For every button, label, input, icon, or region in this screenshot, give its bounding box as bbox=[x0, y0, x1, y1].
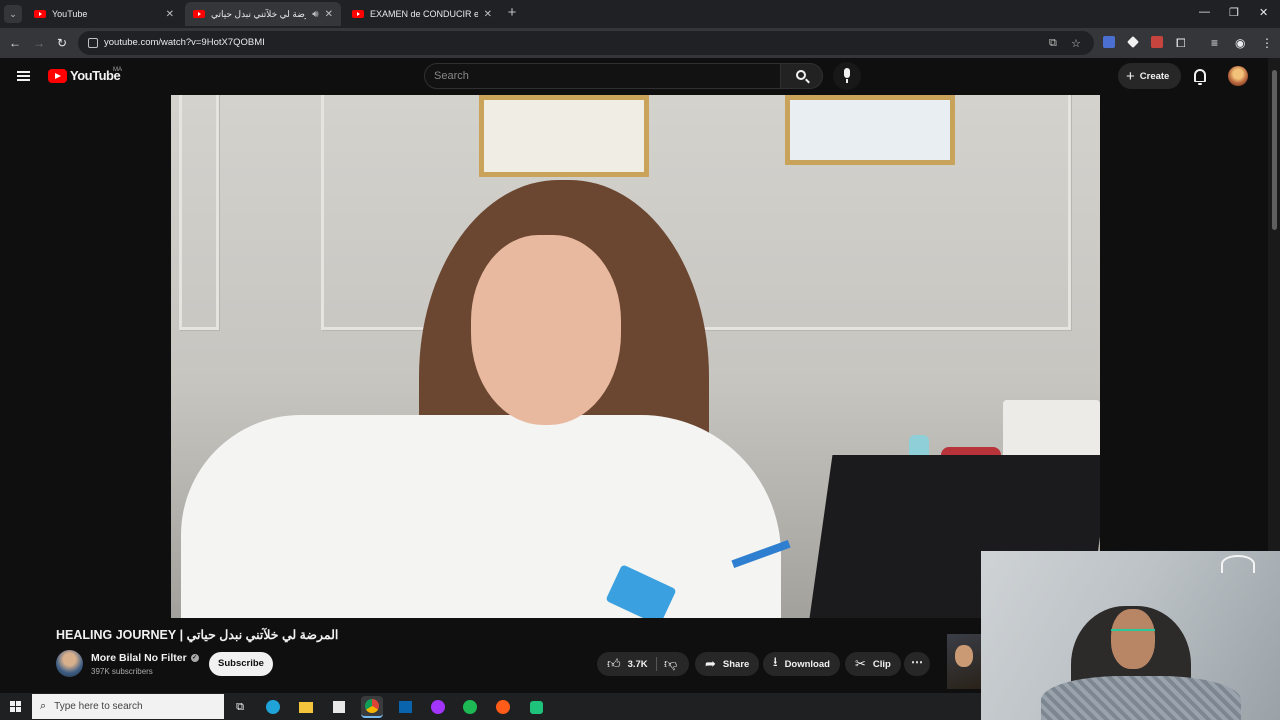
channel-avatar[interactable] bbox=[56, 650, 83, 677]
plus-icon: + bbox=[1126, 67, 1135, 85]
youtube-masthead: YouTube MA + Create bbox=[0, 58, 1268, 95]
youtube-logo-icon[interactable] bbox=[48, 69, 67, 83]
back-icon[interactable]: ← bbox=[9, 36, 21, 50]
clip-label: Clip bbox=[872, 658, 891, 670]
cast-icon[interactable]: ⧉ bbox=[1049, 37, 1057, 50]
file-explorer-icon[interactable] bbox=[295, 696, 317, 718]
clip-button[interactable]: ✂ Clip bbox=[845, 652, 901, 676]
spotify-icon[interactable] bbox=[459, 696, 481, 718]
share-button[interactable]: ➦ Share bbox=[695, 652, 760, 676]
tab-search-chevron-icon[interactable]: ⌄ bbox=[4, 5, 22, 23]
minimize-icon[interactable]: — bbox=[1199, 6, 1210, 18]
tab-current-video[interactable]: المرضة لي خلآتني نبدل حياتي 🔊︎ ✕ bbox=[185, 2, 341, 26]
like-count: 3.7K bbox=[627, 658, 648, 670]
orange-app-icon[interactable] bbox=[492, 696, 514, 718]
outlook-icon[interactable] bbox=[394, 696, 416, 718]
close-tab-icon[interactable]: ✕ bbox=[484, 9, 492, 20]
video-frame-image bbox=[171, 95, 1100, 618]
country-code: MA bbox=[113, 67, 122, 73]
forward-icon[interactable]: → bbox=[33, 36, 45, 50]
channel-name-row[interactable]: More Bilal No Filter ✓ bbox=[91, 652, 199, 664]
address-bar[interactable]: youtube.com/watch?v=9HotX7QOBMI ⧉ ☆ bbox=[78, 31, 1094, 55]
tab-title: المرضة لي خلآتني نبدل حياتي bbox=[211, 8, 306, 19]
search-icon bbox=[796, 70, 806, 80]
green-app-icon[interactable] bbox=[525, 696, 547, 718]
close-tab-icon[interactable]: ✕ bbox=[325, 9, 333, 20]
youtube-favicon-icon bbox=[34, 10, 46, 18]
video-player[interactable] bbox=[171, 95, 1100, 618]
youtube-favicon-icon bbox=[352, 10, 364, 18]
like-button[interactable]: 👍︎ 3.7K bbox=[607, 652, 648, 676]
diamond-extension-icon[interactable] bbox=[1127, 36, 1139, 48]
like-divider bbox=[656, 657, 657, 671]
search-input[interactable] bbox=[425, 64, 780, 88]
notifications-bell-icon[interactable] bbox=[1194, 69, 1206, 85]
store-icon[interactable] bbox=[328, 696, 350, 718]
verified-check-icon: ✓ bbox=[190, 654, 199, 662]
subscriber-count: 397K subscribers bbox=[91, 667, 153, 676]
voice-search-button[interactable] bbox=[833, 62, 861, 90]
tab-examen-video[interactable]: EXAMEN de CONDUCIR en ✕ bbox=[344, 2, 500, 26]
search-icon: ⌕ bbox=[40, 700, 47, 712]
restore-icon[interactable]: ❐ bbox=[1229, 6, 1239, 19]
video-title: المرضة لي خلآتني نبدل حياتي | HEALING JO… bbox=[56, 628, 339, 642]
chrome-menu-icon[interactable]: ⋮ bbox=[1261, 36, 1273, 50]
thumbs-up-icon: 👍︎ bbox=[607, 656, 621, 671]
windows-taskbar: ⌕ Type here to search ⧉ bbox=[0, 693, 981, 720]
reload-icon[interactable]: ↻ bbox=[57, 36, 67, 50]
user-avatar[interactable] bbox=[1228, 66, 1248, 86]
chrome-icon[interactable] bbox=[361, 696, 383, 718]
download-button[interactable]: ⭳ Download bbox=[763, 652, 840, 676]
media-queue-icon[interactable]: ≡ bbox=[1211, 36, 1218, 50]
messenger-icon[interactable] bbox=[427, 696, 449, 718]
close-tab-icon[interactable]: ✕ bbox=[166, 9, 174, 20]
like-dislike-group: 👍︎ 3.7K 👎︎ bbox=[597, 652, 689, 676]
tab-title: EXAMEN de CONDUCIR en bbox=[370, 9, 478, 19]
taskbar-search-box[interactable]: ⌕ Type here to search bbox=[32, 694, 224, 719]
microphone-icon bbox=[844, 68, 850, 83]
scissors-icon: ✂ bbox=[855, 656, 866, 671]
browser-toolbar: ← → ↻ youtube.com/watch?v=9HotX7QOBMI ⧉ … bbox=[0, 28, 1280, 58]
share-label: Share bbox=[722, 658, 750, 670]
subscribe-button[interactable]: Subscribe bbox=[209, 652, 273, 676]
new-tab-button[interactable]: + bbox=[505, 4, 519, 22]
red-extension-icon[interactable] bbox=[1151, 36, 1163, 48]
windows-start-icon[interactable] bbox=[10, 701, 21, 712]
puzzle-extensions-icon[interactable]: ⧠ bbox=[1176, 36, 1186, 50]
bookmark-star-icon[interactable]: ☆ bbox=[1071, 37, 1081, 50]
close-window-icon[interactable]: ✕ bbox=[1259, 6, 1268, 19]
taskbar-search-placeholder: Type here to search bbox=[54, 701, 143, 712]
create-label: Create bbox=[1139, 70, 1170, 82]
edge-icon[interactable] bbox=[262, 696, 284, 718]
dislike-button[interactable]: 👎︎ bbox=[664, 656, 677, 672]
browser-tab-strip: ⌄ YouTube ✕ المرضة لي خلآتني نبدل حياتي … bbox=[0, 0, 1280, 28]
tab-youtube[interactable]: YouTube ✕ bbox=[26, 2, 182, 26]
search-button[interactable] bbox=[781, 63, 823, 89]
translate-extension-icon[interactable] bbox=[1103, 36, 1115, 48]
webcam-overlay bbox=[981, 551, 1280, 720]
hamburger-menu-icon[interactable] bbox=[17, 71, 30, 81]
youtube-favicon-icon bbox=[193, 10, 205, 18]
more-actions-button[interactable]: ⋯ bbox=[904, 652, 930, 676]
share-arrow-icon: ➦ bbox=[705, 656, 716, 671]
search-box bbox=[424, 63, 781, 89]
download-icon: ⭳ bbox=[773, 654, 778, 669]
create-button[interactable]: + Create bbox=[1118, 63, 1181, 89]
tab-title: YouTube bbox=[52, 9, 88, 19]
download-label: Download bbox=[784, 658, 830, 670]
task-view-icon[interactable]: ⧉ bbox=[229, 696, 251, 718]
recommended-thumbnail-face bbox=[955, 645, 973, 667]
profile-icon[interactable]: ◉ bbox=[1235, 36, 1245, 50]
url-text: youtube.com/watch?v=9HotX7QOBMI bbox=[104, 37, 265, 48]
channel-name[interactable]: More Bilal No Filter bbox=[91, 652, 187, 664]
page-scrollbar-thumb[interactable] bbox=[1272, 70, 1277, 230]
speaker-icon[interactable]: 🔊︎ bbox=[312, 9, 318, 20]
site-info-icon[interactable] bbox=[88, 38, 98, 48]
